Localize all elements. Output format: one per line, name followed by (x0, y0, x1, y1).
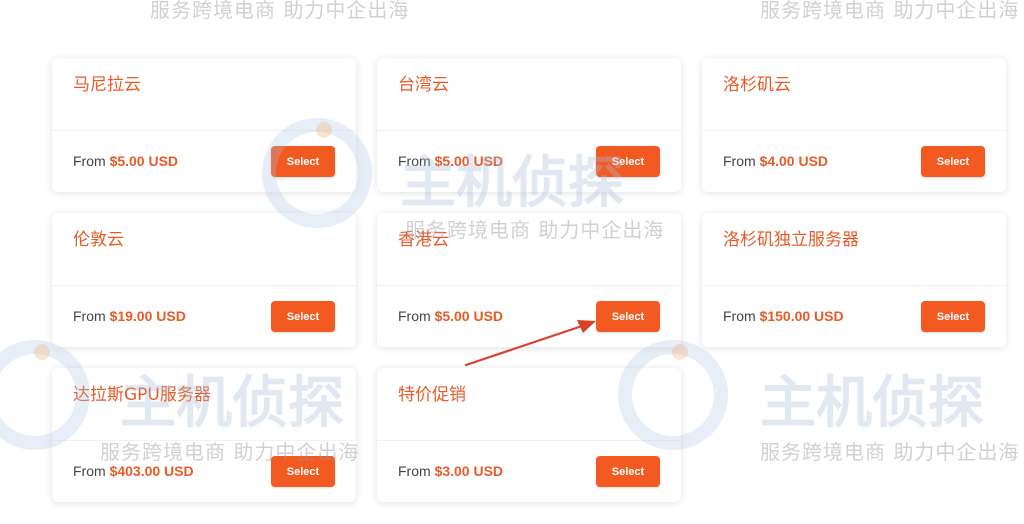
select-button[interactable]: Select (271, 456, 335, 487)
price-amount: $5.00 USD (109, 153, 179, 169)
price-from-label: From (73, 463, 110, 479)
price-from-label: From (398, 308, 435, 324)
product-card-manila-cloud: 马尼拉云 From $5.00 USD Select (52, 58, 356, 192)
product-card-dallas-gpu: 达拉斯GPU服务器 From $403.00 USD Select (52, 368, 356, 502)
card-divider (702, 130, 1006, 131)
product-price: From $403.00 USD (73, 461, 194, 481)
watermark-slogan: 服务跨境电商 助力中企出海 (150, 0, 410, 22)
product-title: 达拉斯GPU服务器 (73, 385, 211, 405)
select-button[interactable]: Select (921, 301, 985, 332)
price-amount: $3.00 USD (434, 463, 504, 479)
price-from-label: From (73, 308, 110, 324)
product-title: 伦敦云 (73, 230, 124, 250)
product-list-page: 马尼拉云 From $5.00 USD Select 台湾云 From $5.0… (0, 0, 1024, 524)
card-divider (377, 285, 681, 286)
product-price: From $150.00 USD (723, 306, 844, 326)
product-title: 洛杉矶独立服务器 (723, 230, 859, 250)
price-from-label: From (398, 153, 435, 169)
price-from-label: From (723, 153, 760, 169)
select-button[interactable]: Select (596, 301, 660, 332)
product-title: 洛杉矶云 (723, 75, 791, 95)
product-card-taiwan-cloud: 台湾云 From $5.00 USD Select (377, 58, 681, 192)
card-divider (377, 440, 681, 441)
price-amount: $19.00 USD (109, 308, 186, 324)
product-price: From $3.00 USD (398, 461, 503, 481)
price-from-label: From (723, 308, 760, 324)
card-divider (52, 285, 356, 286)
price-amount: $4.00 USD (759, 153, 829, 169)
card-divider (377, 130, 681, 131)
product-card-special-offer: 特价促销 From $3.00 USD Select (377, 368, 681, 502)
product-price: From $5.00 USD (398, 306, 503, 326)
card-divider (52, 440, 356, 441)
price-amount: $403.00 USD (109, 463, 194, 479)
product-price: From $5.00 USD (398, 151, 503, 171)
price-from-label: From (398, 463, 435, 479)
select-button[interactable]: Select (921, 146, 985, 177)
card-divider (52, 130, 356, 131)
product-price: From $5.00 USD (73, 151, 178, 171)
watermark-slogan: 服务跨境电商 助力中企出海 (760, 0, 1020, 22)
price-amount: $5.00 USD (434, 153, 504, 169)
product-title: 特价促销 (398, 385, 466, 405)
price-amount: $5.00 USD (434, 308, 504, 324)
product-grid: 马尼拉云 From $5.00 USD Select 台湾云 From $5.0… (52, 58, 1006, 502)
product-price: From $19.00 USD (73, 306, 186, 326)
product-card-los-angeles-cloud: 洛杉矶云 From $4.00 USD Select (702, 58, 1006, 192)
select-button[interactable]: Select (596, 146, 660, 177)
product-card-hong-kong-cloud: 香港云 From $5.00 USD Select (377, 213, 681, 347)
select-button[interactable]: Select (271, 146, 335, 177)
price-amount: $150.00 USD (759, 308, 844, 324)
select-button[interactable]: Select (271, 301, 335, 332)
product-title: 香港云 (398, 230, 449, 250)
product-card-los-angeles-dedicated: 洛杉矶独立服务器 From $150.00 USD Select (702, 213, 1006, 347)
card-divider (702, 285, 1006, 286)
select-button[interactable]: Select (596, 456, 660, 487)
product-title: 马尼拉云 (73, 75, 141, 95)
product-title: 台湾云 (398, 75, 449, 95)
product-card-london-cloud: 伦敦云 From $19.00 USD Select (52, 213, 356, 347)
product-price: From $4.00 USD (723, 151, 828, 171)
price-from-label: From (73, 153, 110, 169)
